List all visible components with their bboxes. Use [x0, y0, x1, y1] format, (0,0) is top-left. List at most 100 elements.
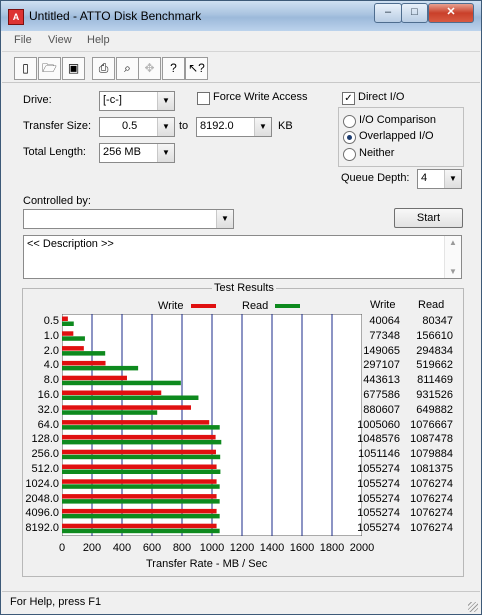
legend-read-swatch — [275, 304, 300, 308]
menu-help[interactable]: Help — [87, 34, 110, 46]
y-tick-label: 8192.0 — [25, 522, 59, 535]
read-bar — [62, 528, 220, 534]
transfer-from-select[interactable]: 0.5 ▼ — [99, 117, 175, 137]
resize-grip-icon[interactable] — [468, 602, 478, 612]
legend-write-label: Write — [158, 300, 184, 312]
column-header-read: Read — [418, 299, 445, 311]
close-button[interactable]: ✕ — [428, 3, 474, 23]
write-value: 297107 — [363, 359, 400, 372]
read-bar — [62, 484, 220, 489]
neither-radio[interactable] — [343, 148, 356, 161]
move-icon[interactable]: ✥ — [138, 57, 161, 80]
write-value: 1051146 — [357, 448, 400, 461]
read-value: 1081375 — [410, 463, 453, 475]
drive-label: Drive: — [23, 94, 52, 106]
window-title: Untitled - ATTO Disk Benchmark — [29, 9, 202, 23]
write-bar — [62, 346, 84, 351]
write-value: 1055274 — [357, 463, 400, 475]
scroll-up-icon[interactable]: ▲ — [445, 238, 461, 247]
help-icon[interactable]: ? — [162, 57, 185, 80]
atto-app-icon[interactable]: A — [8, 9, 24, 25]
menu-bar: File View Help — [2, 32, 480, 50]
neither-label: Neither — [359, 147, 395, 159]
start-button[interactable]: Start — [394, 208, 463, 228]
y-tick-label: 256.0 — [31, 448, 59, 461]
chevron-down-icon[interactable]: ▼ — [216, 210, 233, 228]
chevron-down-icon[interactable]: ▼ — [157, 118, 174, 136]
y-tick-label: 16.0 — [37, 389, 59, 401]
write-bar — [62, 464, 217, 469]
read-value: 1087478 — [410, 433, 453, 446]
write-bar — [62, 449, 216, 455]
write-value: 1055274 — [357, 477, 400, 490]
read-bar — [62, 395, 199, 400]
write-value: 149065 — [363, 344, 400, 357]
column-header-write: Write — [370, 299, 396, 311]
read-bar — [62, 439, 222, 445]
description-scrollbar[interactable]: ▲ ▼ — [444, 236, 461, 278]
chevron-down-icon[interactable]: ▼ — [157, 92, 174, 110]
read-value: 156610 — [416, 329, 453, 342]
direct-io-checkbox[interactable]: ✓ — [342, 92, 355, 105]
read-value: 1076667 — [410, 418, 453, 431]
chevron-down-icon[interactable]: ▼ — [444, 170, 461, 188]
read-value: 1076274 — [410, 492, 453, 505]
y-tick-label: 4096.0 — [25, 507, 59, 520]
print-preview-icon[interactable]: ⌕ — [116, 57, 139, 80]
app-window: A Untitled - ATTO Disk Benchmark – □ ✕ F… — [0, 0, 482, 615]
write-bar — [62, 390, 162, 395]
write-value: 1055274 — [357, 522, 400, 535]
read-bar — [62, 499, 220, 504]
queue-depth-select[interactable]: 4 ▼ — [417, 169, 462, 189]
read-bar — [62, 351, 106, 356]
whats-this-help-icon[interactable]: ↖? — [185, 57, 208, 80]
new-document-icon[interactable]: ▯ — [14, 57, 37, 80]
description-box[interactable]: << Description >> ▲ ▼ — [23, 235, 462, 279]
force-write-checkbox[interactable] — [197, 92, 210, 105]
open-folder-icon[interactable]: 🗁 — [38, 57, 61, 80]
save-icon[interactable]: ▣ — [62, 57, 85, 80]
description-text: << Description >> — [27, 238, 114, 250]
read-value: 649882 — [416, 403, 453, 416]
transfer-to-select[interactable]: 8192.0 ▼ — [196, 117, 272, 137]
test-results-title: Test Results — [212, 282, 276, 294]
read-bar — [62, 321, 74, 326]
write-value: 443613 — [363, 374, 400, 387]
write-value: 1005060 — [357, 418, 400, 431]
write-bar — [62, 316, 68, 321]
drive-select[interactable]: [-c-] ▼ — [99, 91, 175, 111]
legend-read-label: Read — [242, 300, 269, 312]
menu-file[interactable]: File — [14, 34, 32, 46]
total-length-value: 256 MB — [103, 146, 141, 158]
controlled-by-select[interactable]: ▼ — [23, 209, 234, 229]
x-tick-label: 2000 — [349, 542, 375, 554]
x-axis-label: Transfer Rate - MB / Sec — [146, 558, 268, 570]
controlled-by-label: Controlled by: — [23, 195, 91, 207]
maximize-button[interactable]: □ — [401, 3, 428, 23]
chevron-down-icon[interactable]: ▼ — [254, 118, 271, 136]
write-bar — [62, 360, 106, 366]
transfer-to-value: 8192.0 — [200, 120, 234, 132]
y-tick-label: 512.0 — [31, 463, 59, 475]
menu-view[interactable]: View — [48, 34, 72, 46]
print-icon[interactable]: ⎙ — [92, 57, 115, 80]
queue-depth-value: 4 — [421, 172, 428, 184]
io-comparison-radio[interactable] — [343, 115, 356, 128]
total-length-select[interactable]: 256 MB ▼ — [99, 143, 175, 163]
read-bar — [62, 454, 221, 460]
read-value: 1076274 — [410, 477, 453, 490]
write-bar — [62, 420, 210, 425]
write-value: 1048576 — [357, 433, 400, 446]
read-bar — [62, 365, 139, 371]
status-bar: For Help, press F1 — [2, 591, 480, 614]
y-tick-label: 128.0 — [31, 433, 59, 446]
benchmark-form: Drive: [-c-] ▼ Force Write Access ✓ Dire… — [2, 82, 480, 589]
overlapped-io-radio[interactable] — [343, 131, 356, 144]
chevron-down-icon[interactable]: ▼ — [157, 144, 174, 162]
drive-value: [-c-] — [103, 94, 122, 106]
scroll-down-icon[interactable]: ▼ — [445, 267, 461, 276]
write-value: 1055274 — [357, 492, 400, 505]
minimize-button[interactable]: – — [374, 3, 402, 23]
title-bar[interactable]: A Untitled - ATTO Disk Benchmark – □ ✕ — [1, 1, 481, 31]
transfer-unit-label: KB — [278, 120, 293, 132]
